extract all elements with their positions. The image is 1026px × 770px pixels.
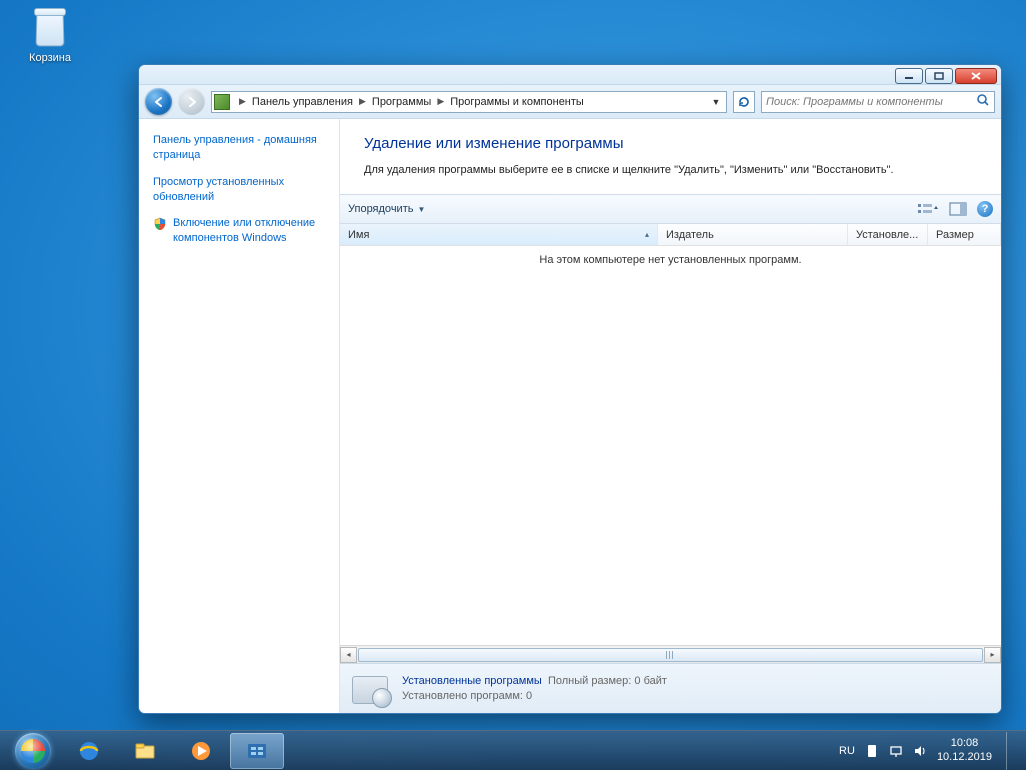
system-tray: RU 10:08 10.12.2019: [839, 732, 1020, 770]
organize-button[interactable]: Упорядочить▼: [348, 203, 425, 215]
taskbar-item-ie[interactable]: [62, 733, 116, 769]
column-header-installed[interactable]: Установле...: [848, 224, 928, 245]
search-icon: [976, 93, 990, 110]
desktop: Корзина ▶ Панель управления ▶ Программы …: [0, 0, 1026, 770]
shield-icon: [153, 217, 167, 231]
address-dropdown-icon[interactable]: ▼: [708, 97, 724, 107]
scroll-right-button[interactable]: ▸: [984, 647, 1001, 663]
address-bar[interactable]: ▶ Панель управления ▶ Программы ▶ Програ…: [211, 91, 727, 113]
titlebar[interactable]: [139, 65, 1001, 85]
search-placeholder: Поиск: Программы и компоненты: [766, 96, 943, 108]
forward-button[interactable]: [178, 88, 205, 115]
control-panel-window: ▶ Панель управления ▶ Программы ▶ Програ…: [138, 64, 1002, 714]
taskbar-item-media-player[interactable]: [174, 733, 228, 769]
taskbar-item-control-panel[interactable]: [230, 733, 284, 769]
programs-list: Имя▴ Издатель Установле... Размер На это…: [340, 224, 1001, 663]
status-bar: Установленные программы Полный размер: 0…: [340, 663, 1001, 713]
content-header: Удаление или изменение программы Для уда…: [340, 119, 1001, 194]
scroll-track[interactable]: [357, 647, 984, 663]
column-header-publisher[interactable]: Издатель: [658, 224, 848, 245]
scroll-thumb[interactable]: [358, 648, 983, 662]
horizontal-scrollbar[interactable]: ◂ ▸: [340, 645, 1001, 663]
refresh-button[interactable]: [733, 91, 755, 113]
window-body: Панель управления - домашняя страница Пр…: [139, 119, 1001, 713]
show-desktop-button[interactable]: [1006, 732, 1016, 770]
windows-logo-icon: [15, 733, 51, 769]
volume-icon[interactable]: [913, 744, 927, 758]
sidebar: Панель управления - домашняя страница Пр…: [139, 119, 339, 713]
status-line-1: Установленные программы Полный размер: 0…: [402, 675, 667, 687]
maximize-button[interactable]: [925, 68, 953, 84]
column-headers: Имя▴ Издатель Установле... Размер: [340, 224, 1001, 246]
breadcrumb-item[interactable]: Программы: [371, 94, 432, 110]
sidebar-link-windows-features[interactable]: Включение или отключение компонентов Win…: [153, 216, 329, 246]
chevron-down-icon: ▼: [417, 205, 425, 214]
scroll-left-button[interactable]: ◂: [340, 647, 357, 663]
clock[interactable]: 10:08 10.12.2019: [937, 737, 992, 765]
minimize-button[interactable]: [895, 68, 923, 84]
view-options-button[interactable]: [917, 199, 939, 219]
preview-pane-button[interactable]: [947, 199, 969, 219]
help-button[interactable]: ?: [977, 201, 993, 217]
main-panel: Удаление или изменение программы Для уда…: [339, 119, 1001, 713]
list-toolbar: Упорядочить▼ ?: [340, 194, 1001, 224]
breadcrumb-separator-icon: ▶: [437, 96, 444, 107]
sidebar-link-home[interactable]: Панель управления - домашняя страница: [153, 133, 329, 163]
recycle-bin-label: Корзина: [14, 52, 86, 64]
sidebar-link-updates[interactable]: Просмотр установленных обновлений: [153, 175, 329, 205]
taskbar-item-explorer[interactable]: [118, 733, 172, 769]
column-header-size[interactable]: Размер: [928, 224, 1001, 245]
clock-date: 10.12.2019: [937, 751, 992, 765]
network-icon[interactable]: [889, 744, 903, 758]
column-header-name[interactable]: Имя▴: [340, 224, 658, 245]
navigation-bar: ▶ Панель управления ▶ Программы ▶ Програ…: [139, 85, 1001, 119]
clock-time: 10:08: [937, 737, 992, 751]
sort-indicator-icon: ▴: [645, 230, 649, 239]
back-button[interactable]: [145, 88, 172, 115]
page-subtitle: Для удаления программы выберите ее в спи…: [364, 164, 977, 176]
breadcrumb-item[interactable]: Панель управления: [251, 94, 354, 110]
page-title: Удаление или изменение программы: [364, 135, 977, 152]
close-button[interactable]: [955, 68, 997, 84]
recycle-bin-icon: [30, 6, 70, 50]
action-center-icon[interactable]: [865, 744, 879, 758]
programs-icon: [350, 670, 392, 708]
start-button[interactable]: [6, 732, 60, 770]
taskbar: RU 10:08 10.12.2019: [0, 730, 1026, 770]
breadcrumb-separator-icon: ▶: [359, 96, 366, 107]
control-panel-icon: [214, 94, 230, 110]
breadcrumb-separator-icon: ▶: [239, 96, 246, 107]
language-indicator[interactable]: RU: [839, 745, 855, 757]
list-empty-message: На этом компьютере нет установленных про…: [340, 246, 1001, 645]
search-input[interactable]: Поиск: Программы и компоненты: [761, 91, 995, 113]
breadcrumb-item[interactable]: Программы и компоненты: [449, 94, 585, 110]
status-line-2: Установлено программ: 0: [402, 690, 667, 702]
recycle-bin[interactable]: Корзина: [14, 6, 86, 64]
